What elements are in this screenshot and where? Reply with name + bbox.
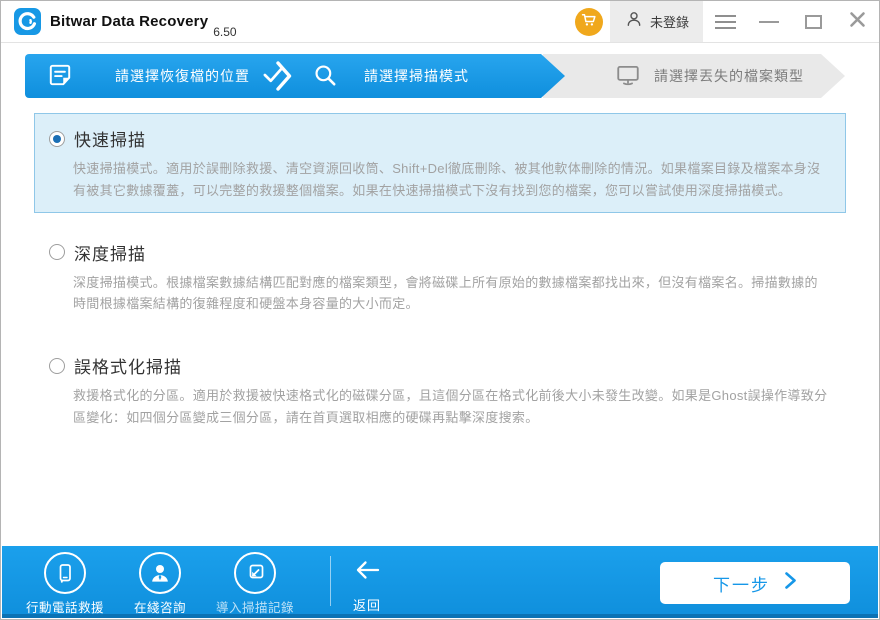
import-scan-record-button[interactable]: 導入掃描記錄 (216, 552, 294, 616)
wizard-step-select-location: 請選擇恢復檔的位置 (47, 54, 284, 98)
scan-mode-deep-scan[interactable]: 深度掃描 深度掃描模式。根據檔案數據結構匹配對應的檔案類型，會將磁碟上所有原始的… (34, 227, 846, 327)
chevron-right-icon (784, 571, 797, 595)
radio-quick-scan[interactable] (49, 130, 65, 147)
step-divider-chevron-icon (275, 61, 293, 96)
wizard-step-select-file-types: 請選擇丟失的檔案類型 (615, 54, 804, 98)
app-title: Bitwar Data Recovery (50, 13, 209, 30)
tool-label: 在綫咨詢 (134, 601, 187, 615)
document-icon (47, 62, 73, 91)
tool-label: 導入掃描記錄 (216, 601, 295, 615)
login-button[interactable]: 未登錄 (609, 1, 703, 42)
scan-mode-title: 深度掃描 (74, 244, 146, 264)
back-arrow-icon (353, 559, 381, 586)
maximize-icon (804, 14, 822, 29)
minimize-button[interactable] (747, 1, 791, 42)
hamburger-icon (714, 14, 736, 29)
scan-mode-description: 救援格式化的分區。適用於救援被快速格式化的磁碟分區，且這個分區在格式化前後大小未… (73, 388, 828, 426)
scan-mode-description: 快速掃描模式。適用於誤刪除救援、清空資源回收筒、Shift+Del徹底刪除、被其… (73, 161, 821, 198)
login-label: 未登錄 (649, 15, 689, 30)
minimize-icon (759, 20, 779, 23)
mobile-rescue-button[interactable]: 行動電話救援 (26, 552, 104, 616)
app-version: 6.50 (213, 25, 237, 39)
store-cart-button[interactable] (574, 7, 603, 36)
user-icon (624, 9, 644, 34)
bitwar-logo-icon (14, 8, 41, 35)
close-button[interactable] (835, 1, 879, 42)
radio-formatted-scan[interactable] (49, 357, 65, 374)
menu-button[interactable] (703, 1, 747, 42)
close-icon (849, 11, 866, 33)
scan-mode-title: 快速掃描 (74, 131, 146, 150)
footer-divider (330, 556, 332, 606)
radio-deep-scan[interactable] (49, 244, 65, 261)
step-label: 請選擇恢復檔的位置 (115, 68, 250, 84)
maximize-button[interactable] (791, 1, 835, 42)
title-bar: Bitwar Data Recovery 6.50 未登錄 (1, 1, 879, 43)
scan-mode-list: 快速掃描 快速掃描模式。適用於誤刪除救援、清空資源回收筒、Shift+Del徹底… (1, 98, 879, 440)
back-button[interactable]: 返回 (353, 559, 381, 614)
search-icon (312, 62, 338, 91)
online-support-button[interactable]: 在綫咨詢 (134, 552, 186, 616)
phone-icon (44, 552, 86, 594)
scan-mode-formatted-scan[interactable]: 誤格式化掃描 救援格式化的分區。適用於救援被快速格式化的磁碟分區，且這個分區在格… (34, 340, 846, 440)
footer-bar: 行動電話救援 在綫咨詢 導入掃描記錄 返回 下一步 (2, 546, 878, 618)
scan-mode-description: 深度掃描模式。根據檔案數據結構匹配對應的檔案類型，會將磁碟上所有原始的數據檔案都… (73, 274, 818, 312)
step-label: 請選擇丟失的檔案類型 (654, 68, 804, 84)
wizard-step-bar: 請選擇恢復檔的位置 請選擇掃描模式 請選擇丟失的檔案類型 (25, 54, 845, 98)
step-label: 請選擇掃描模式 (364, 68, 469, 84)
cart-icon (579, 10, 598, 34)
wizard-step-select-scan-mode: 請選擇掃描模式 (312, 54, 469, 98)
next-step-button[interactable]: 下一步 (660, 562, 850, 604)
tool-label: 行動電話救援 (26, 601, 105, 615)
scan-mode-title: 誤格式化掃描 (74, 358, 182, 378)
app-window: Bitwar Data Recovery 6.50 未登錄 請選擇恢復檔的位置 … (0, 0, 880, 620)
import-icon (234, 552, 277, 594)
next-step-label: 下一步 (713, 575, 770, 595)
monitor-icon (615, 62, 641, 91)
scan-mode-quick-scan[interactable]: 快速掃描 快速掃描模式。適用於誤刪除救援、清空資源回收筒、Shift+Del徹底… (34, 113, 846, 213)
support-person-icon (139, 552, 182, 594)
back-label: 返回 (353, 598, 382, 613)
